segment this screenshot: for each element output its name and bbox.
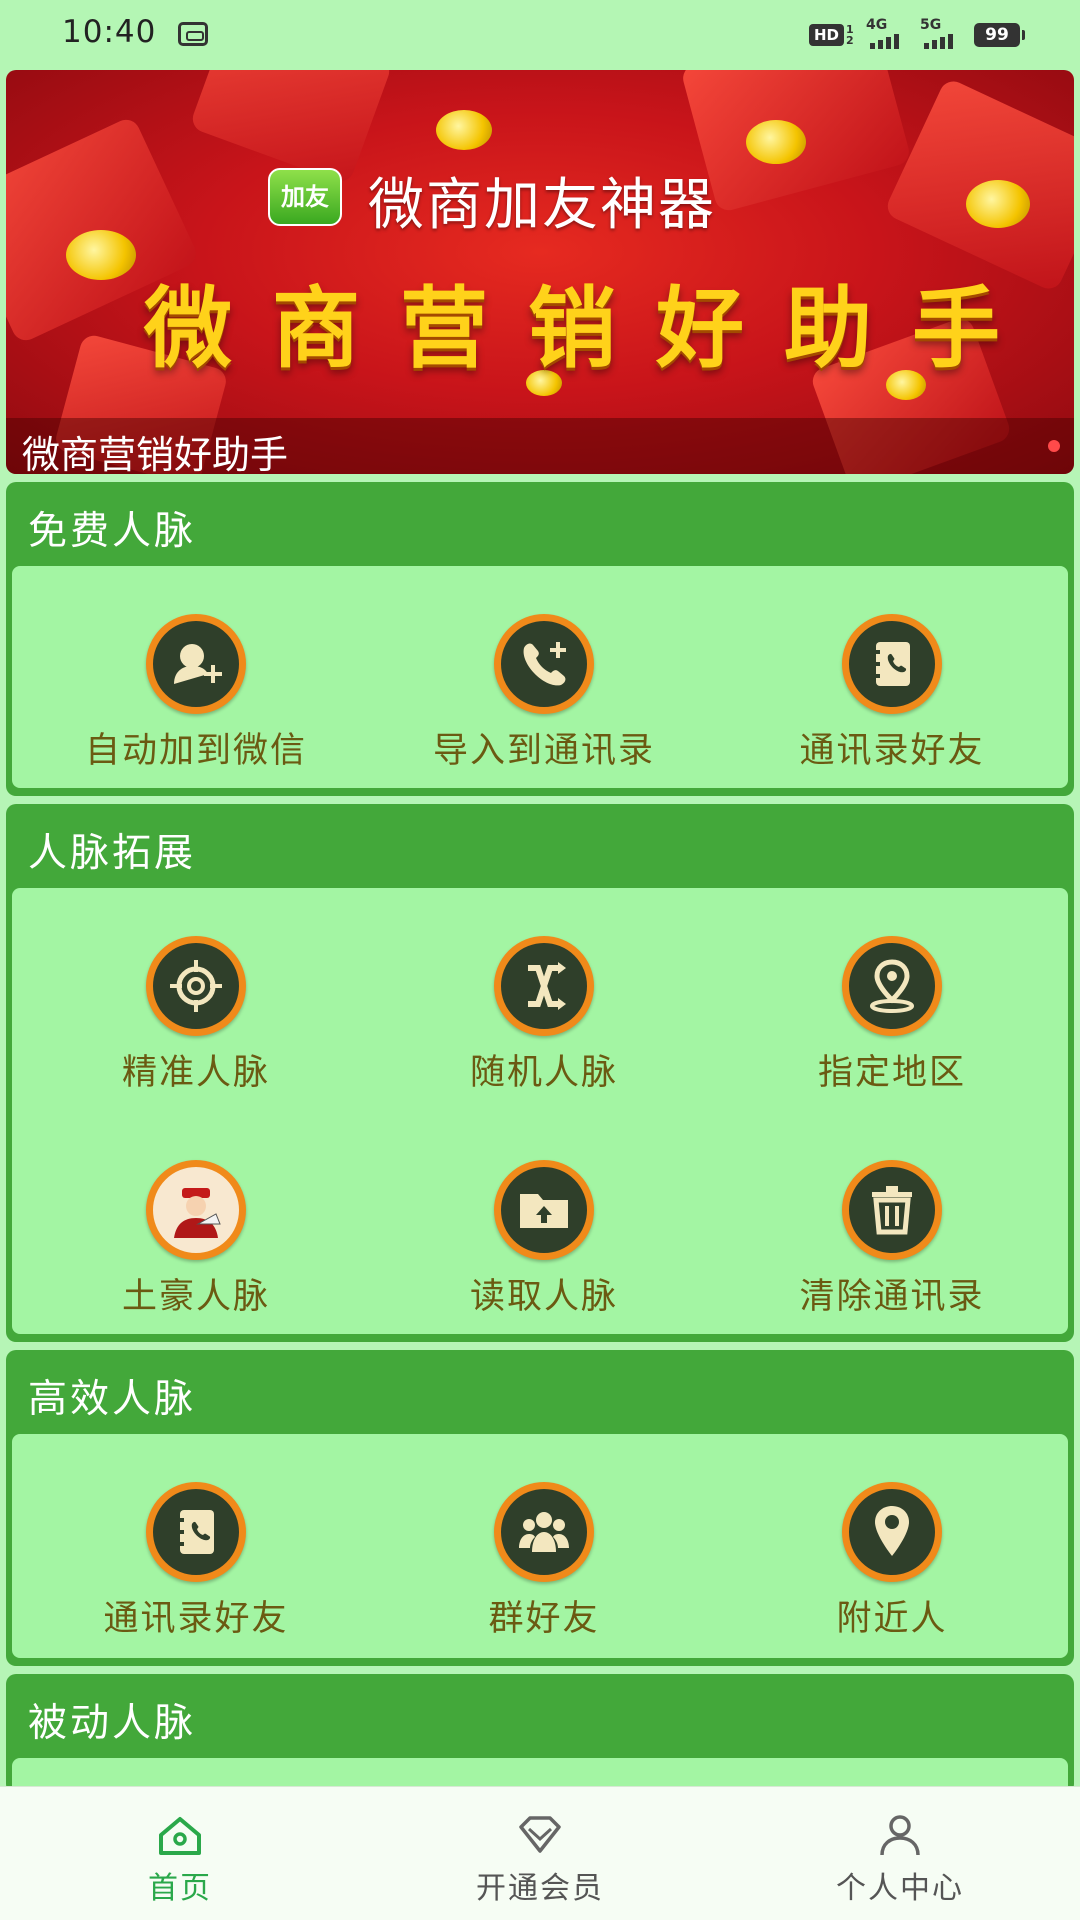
banner-caption: 微商营销好助手 (22, 433, 289, 474)
signal-5g-label: 5G (920, 17, 942, 33)
map-pin-icon (842, 1482, 942, 1582)
section-panel: 精准人脉 随机人脉 指定地区 土豪人脉 读取人脉 清除通讯录 (12, 888, 1068, 1334)
item-auto-add-wechat[interactable]: 自动加到微信 (26, 576, 366, 776)
item-specified-region[interactable]: 指定地区 (722, 898, 1062, 1098)
app-logo: 加友 (268, 168, 342, 226)
section-panel: 通讯录好友 群好友 附近人 (12, 1434, 1068, 1658)
signal-4g-icon: 4G (866, 17, 910, 51)
item-label: 自动加到微信 (84, 731, 307, 771)
address-book-icon (146, 1482, 246, 1582)
nav-label: 个人中心 (836, 1871, 964, 1906)
item-label: 清除通讯录 (799, 1277, 985, 1317)
item-import-contacts[interactable]: 导入到通讯录 (374, 576, 714, 776)
item-label: 群好友 (488, 1599, 600, 1639)
nav-membership[interactable]: 开通会员 (360, 1787, 720, 1920)
signal-5g-icon: 5G (920, 17, 964, 51)
status-indicators: HD 1 2 4G 5G 99 (808, 17, 1025, 52)
crosshair-icon (146, 936, 246, 1036)
nav-label: 开通会员 (476, 1871, 604, 1906)
banner-slogan: 微商营销好助手 (144, 277, 1041, 380)
item-contact-friends[interactable]: 通讯录好友 (26, 1444, 366, 1644)
hd-sim-label: 1 2 (846, 23, 854, 47)
address-book-icon (842, 614, 942, 714)
item-label: 随机人脉 (469, 1053, 618, 1093)
diamond-icon (519, 1816, 561, 1853)
trash-icon (842, 1160, 942, 1260)
section-efficient-contacts: 高效人脉 通讯录好友 群好友 附近人 (6, 1350, 1074, 1666)
item-label: 指定地区 (817, 1053, 966, 1093)
section-passive-contacts: 被动人脉 (6, 1674, 1074, 1794)
section-title: 免费人脉 (28, 509, 197, 554)
nav-home[interactable]: 首页 (0, 1787, 360, 1920)
bottom-nav: 首页 开通会员 个人中心 (0, 1786, 1080, 1920)
section-title: 高效人脉 (28, 1377, 197, 1422)
item-random-contacts[interactable]: 随机人脉 (374, 898, 714, 1098)
section-panel: 自动加到微信 导入到通讯录 通讯录好友 (12, 566, 1068, 788)
notification-app-icon (178, 22, 208, 46)
group-icon (494, 1482, 594, 1582)
location-icon (842, 936, 942, 1036)
item-label: 附近人 (836, 1599, 948, 1639)
add-contact-icon (146, 614, 246, 714)
shuffle-icon (494, 936, 594, 1036)
item-clear-contacts[interactable]: 清除通讯录 (722, 1122, 1062, 1322)
battery-icon: 99 (974, 23, 1025, 47)
item-label: 通讯录好友 (799, 731, 985, 771)
item-rich-contacts[interactable]: 土豪人脉 (26, 1122, 366, 1322)
status-bar: 10:40 HD 1 2 4G 5G 99 (0, 0, 1080, 70)
nav-profile[interactable]: 个人中心 (720, 1787, 1080, 1920)
section-title: 人脉拓展 (28, 831, 197, 876)
folder-upload-icon (494, 1160, 594, 1260)
carousel-indicator (1048, 440, 1060, 452)
hd-voice-icon: HD (808, 24, 844, 46)
item-label: 土豪人脉 (121, 1277, 270, 1317)
item-nearby-people[interactable]: 附近人 (722, 1444, 1062, 1644)
section-title: 被动人脉 (28, 1701, 197, 1746)
section-network-expansion: 人脉拓展 精准人脉 随机人脉 指定地区 土豪人脉 读取人脉 清除通讯录 (6, 804, 1074, 1342)
item-label: 精准人脉 (121, 1053, 270, 1093)
signal-4g-label: 4G (866, 17, 888, 33)
item-contact-friends[interactable]: 通讯录好友 (722, 576, 1062, 776)
item-read-contacts[interactable]: 读取人脉 (374, 1122, 714, 1322)
item-group-friends[interactable]: 群好友 (374, 1444, 714, 1644)
home-icon (159, 1817, 201, 1855)
user-icon (880, 1815, 920, 1856)
phone-add-icon (494, 614, 594, 714)
item-label: 导入到通讯录 (432, 731, 655, 771)
banner-title: 微商加友神器 (368, 173, 716, 238)
nav-label: 首页 (148, 1871, 212, 1906)
item-precise-contacts[interactable]: 精准人脉 (26, 898, 366, 1098)
promo-banner[interactable]: 加友 微商加友神器 微商营销好助手 微商营销好助手 (6, 70, 1074, 474)
banner-caption-bar: 微商营销好助手 (6, 418, 1074, 474)
section-free-contacts: 免费人脉 自动加到微信 导入到通讯录 通讯录好友 (6, 482, 1074, 796)
item-label: 读取人脉 (469, 1277, 618, 1317)
rich-man-icon (146, 1160, 246, 1260)
status-time: 10:40 (62, 14, 157, 50)
item-label: 通讯录好友 (103, 1599, 289, 1639)
